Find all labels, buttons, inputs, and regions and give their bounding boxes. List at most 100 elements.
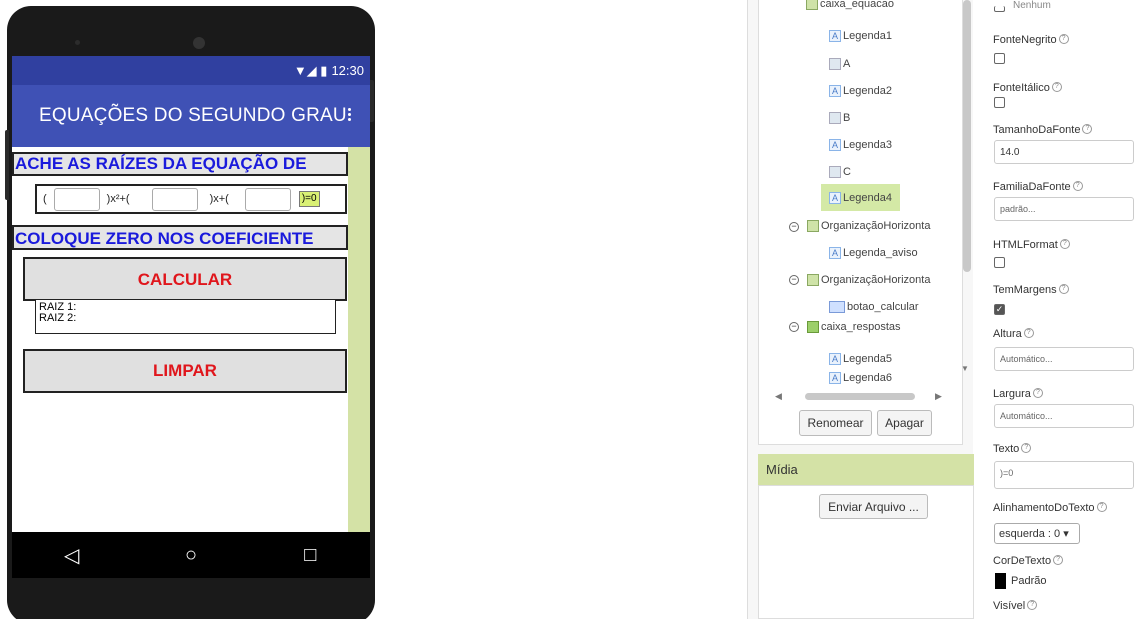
html-format-checkbox[interactable] (994, 257, 1005, 268)
phone-volume-button (5, 130, 9, 200)
layout-strip (348, 147, 370, 532)
label-icon: A (829, 139, 841, 151)
textbox-icon (829, 112, 841, 124)
hint-label[interactable]: COLOQUE ZERO NOS COEFICIENTE (12, 225, 348, 250)
collapse-icon[interactable]: − (789, 222, 799, 232)
italic-label: FonteItálico? (993, 82, 1062, 94)
help-icon[interactable]: ? (1053, 555, 1064, 565)
recent-apps-icon[interactable]: □ (290, 544, 330, 567)
coef-c-input[interactable] (244, 187, 291, 211)
help-icon[interactable]: ? (1059, 239, 1070, 249)
none-checkbox[interactable] (994, 6, 1005, 12)
tree-horizontal-scrollbar[interactable] (783, 390, 953, 402)
layout-icon (807, 220, 819, 232)
height-label: Altura? (993, 328, 1034, 340)
coef-b-input[interactable] (151, 187, 198, 211)
help-icon[interactable]: ? (1032, 388, 1043, 398)
designer-stage: ▼◢ ▮ 12:30 EQUAÇÕES DO SEGUNDO GRAU ACHE… (0, 0, 1134, 619)
tree-node[interactable]: B (829, 108, 850, 128)
scroll-left-icon[interactable]: ◀ (775, 391, 782, 402)
tree-node-selected[interactable]: A Legenda4 (821, 184, 900, 211)
tree-vertical-scrollbar[interactable]: ▼ (960, 0, 972, 380)
tree-node[interactable]: A Legenda5 (829, 349, 892, 369)
collapse-icon[interactable]: − (789, 275, 799, 285)
width-input[interactable]: Automático... (994, 404, 1134, 428)
root1-label: RAIZ 1: (39, 301, 77, 313)
collapse-icon[interactable]: − (789, 322, 799, 332)
html-format-label: HTMLFormat? (993, 239, 1070, 251)
label-icon: A (829, 372, 841, 384)
tree-node[interactable]: OrganizaçãoHorizonta (807, 270, 930, 290)
tree-node[interactable]: OrganizaçãoHorizonta (807, 216, 930, 236)
clear-button[interactable]: LIMPAR (23, 349, 347, 393)
overflow-menu-icon[interactable] (346, 106, 352, 126)
coef-a-input[interactable] (53, 187, 100, 211)
camera-icon (75, 40, 80, 45)
media-panel: Enviar Arquivo ... (758, 485, 974, 619)
scroll-down-icon[interactable]: ▼ (961, 364, 969, 373)
scroll-right-icon[interactable]: ▶ (935, 391, 942, 402)
open-paren-label: ( (43, 193, 47, 205)
calculate-button[interactable]: CALCULAR (23, 257, 347, 301)
help-icon[interactable]: ? (1023, 328, 1034, 338)
table-layout-icon (807, 321, 819, 333)
text-color-value[interactable]: Padrão (1011, 575, 1046, 587)
help-icon[interactable]: ? (1051, 82, 1062, 92)
bold-checkbox[interactable] (994, 53, 1005, 64)
answers-box: RAIZ 1: RAIZ 2: (35, 299, 336, 334)
help-icon[interactable]: ? (1082, 124, 1093, 134)
font-family-input[interactable]: padrão... (994, 197, 1134, 221)
font-size-label: TamanhoDaFonte? (993, 124, 1093, 136)
italic-checkbox[interactable] (994, 97, 1005, 108)
status-bar: ▼◢ ▮ 12:30 (12, 56, 370, 85)
text-align-select[interactable]: esquerda : 0 ▾ (994, 523, 1080, 544)
help-icon[interactable]: ? (1027, 600, 1038, 610)
upload-file-button[interactable]: Enviar Arquivo ... (819, 494, 928, 519)
bold-label: FonteNegrito? (993, 34, 1069, 46)
tree-node[interactable]: A Legenda_aviso (829, 243, 918, 263)
tree-node[interactable]: A Legenda2 (829, 81, 892, 101)
scroll-thumb[interactable] (963, 0, 971, 272)
label-icon: A (829, 30, 841, 42)
tree-node[interactable]: C (829, 162, 851, 182)
status-time: 12:30 (331, 63, 364, 78)
delete-button[interactable]: Apagar (877, 410, 932, 436)
help-icon[interactable]: ? (1072, 181, 1083, 191)
tree-node[interactable]: caixa_respostas (807, 317, 901, 337)
help-icon[interactable]: ? (1058, 284, 1069, 294)
help-icon[interactable]: ? (1021, 443, 1032, 453)
home-icon[interactable]: ○ (171, 544, 211, 567)
tree-node[interactable]: botao_calcular (829, 297, 919, 317)
height-input[interactable]: Automático... (994, 347, 1134, 371)
back-icon[interactable]: ◁ (52, 543, 92, 568)
text-label: Texto? (993, 443, 1032, 455)
header-label[interactable]: ACHE AS RAÍZES DA EQUAÇÃO DE (12, 152, 348, 176)
navigation-bar: ◁ ○ □ (12, 532, 370, 578)
equation-row[interactable]: ( )x²+( )x+( )=0 (35, 184, 347, 214)
app-bar: EQUAÇÕES DO SEGUNDO GRAU (12, 85, 370, 147)
signal-icon: ▼◢ ▮ (293, 62, 328, 78)
textbox-icon (829, 58, 841, 70)
equals-zero-label[interactable]: )=0 (298, 191, 320, 207)
tree-node[interactable]: A Legenda6 (829, 372, 892, 384)
tree-node[interactable]: caixa_equacao (806, 0, 894, 14)
tree-node[interactable]: A (829, 54, 850, 74)
width-label: Largura? (993, 388, 1043, 400)
help-icon[interactable]: ? (1096, 502, 1107, 512)
text-input[interactable]: )=0 (994, 461, 1134, 489)
properties-panel: Nenhum FonteNegrito? FonteItálico? Taman… (985, 0, 1134, 619)
margins-checkbox[interactable]: ✓ (994, 304, 1005, 315)
tree-node[interactable]: A Legenda3 (829, 135, 892, 155)
x2-label: )x²+( (106, 193, 130, 205)
app-title: EQUAÇÕES DO SEGUNDO GRAU (39, 105, 347, 126)
root2-label: RAIZ 2: (39, 312, 77, 324)
font-size-input[interactable]: 14.0 (994, 140, 1134, 164)
help-icon[interactable]: ? (1058, 34, 1069, 44)
tree-node[interactable]: A Legenda1 (829, 26, 892, 46)
components-panel: caixa_equacao A Legenda1 A A Legenda2 B AL… (747, 0, 974, 619)
color-swatch[interactable] (995, 573, 1006, 589)
scroll-thumb[interactable] (805, 393, 915, 400)
components-tree: caixa_equacao A Legenda1 A A Legenda2 B AL… (758, 0, 971, 445)
front-camera-icon (193, 37, 205, 49)
rename-button[interactable]: Renomear (799, 410, 872, 436)
